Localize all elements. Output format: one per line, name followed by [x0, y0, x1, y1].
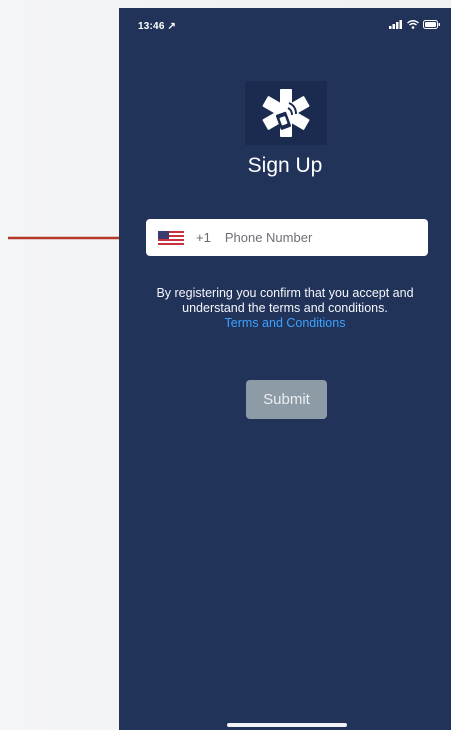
- consent-text: By registering you confirm that you acce…: [156, 286, 414, 315]
- consent-text-block: By registering you confirm that you acce…: [149, 286, 421, 331]
- phone-number-field[interactable]: +1: [146, 219, 428, 256]
- phone-number-input[interactable]: [224, 230, 405, 245]
- medical-star-sim-icon: [262, 89, 310, 137]
- canvas: 13:46 ↗ Sign Up +1 Phone Number By regis…: [0, 0, 451, 730]
- status-bar: 13:46 ↗: [119, 8, 451, 42]
- us-flag-icon[interactable]: [158, 230, 184, 245]
- page-title: Sign Up: [247, 154, 323, 177]
- terms-and-conditions-link[interactable]: Terms and Conditions: [149, 316, 421, 331]
- wifi-icon: [407, 20, 419, 29]
- status-icons: [389, 20, 441, 29]
- cellular-signal-icon: [389, 20, 402, 29]
- phone-screen: 13:46 ↗ Sign Up +1 Phone Number By regis…: [119, 8, 451, 730]
- home-indicator[interactable]: [227, 723, 347, 727]
- country-code[interactable]: +1: [196, 230, 211, 245]
- app-logo: [245, 81, 327, 145]
- status-time: 13:46 ↗: [138, 21, 177, 32]
- battery-icon: [423, 20, 440, 29]
- submit-button[interactable]: Submit: [246, 380, 327, 419]
